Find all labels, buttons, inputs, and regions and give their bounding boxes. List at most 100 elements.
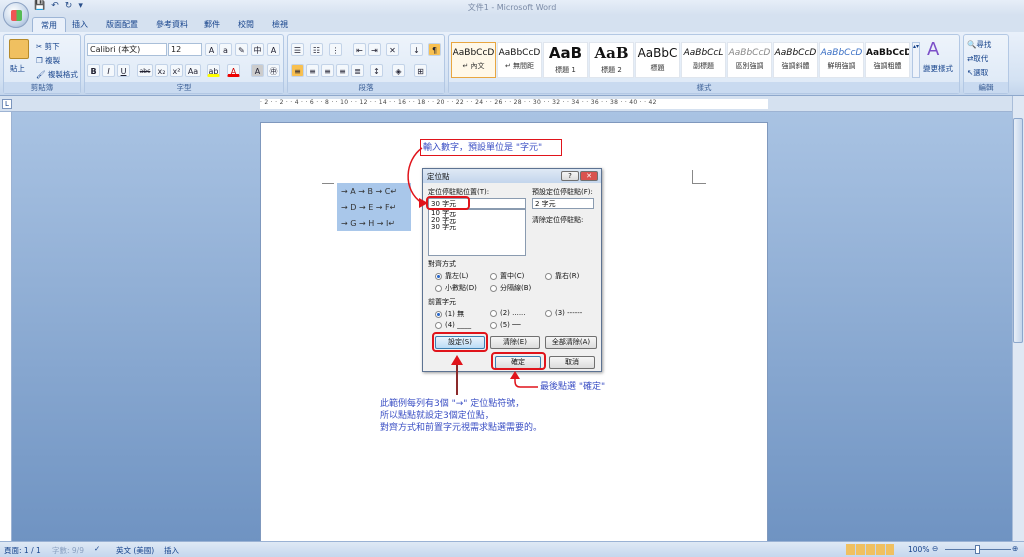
show-marks-icon[interactable]: ¶ — [428, 43, 441, 56]
font-size-combo[interactable]: 12 — [168, 43, 202, 56]
style-title[interactable]: AaBbC 標題 — [635, 42, 680, 78]
bold-button[interactable]: B — [87, 64, 100, 77]
tab-selector[interactable]: L — [2, 99, 12, 109]
decrease-indent-icon[interactable]: ⇤ — [353, 43, 366, 56]
styles-group: AaBbCcD ↵ 內文 AaBbCcD ↵ 無間距 AaB 標題 1 AaB 標題 2… — [448, 34, 960, 94]
sort-icon[interactable]: ↓ — [410, 43, 423, 56]
style-no-spacing[interactable]: AaBbCcD ↵ 無間距 — [497, 42, 542, 78]
zoom-out-icon[interactable]: ⊖ — [932, 544, 938, 553]
text-row: → D → E → F↵ — [341, 203, 397, 212]
bullets-icon[interactable]: ☰ — [291, 43, 304, 56]
clipboard-group: 貼上 ✂ 剪下 ❐ 複製 🖌 複製格式 剪貼簿 — [3, 34, 81, 94]
arrowhead-icon — [451, 355, 463, 365]
paste-button[interactable]: 貼上 — [10, 63, 25, 74]
view-buttons[interactable] — [846, 544, 894, 555]
align-center-icon[interactable]: ≡ — [306, 64, 319, 77]
change-styles-button[interactable]: 變更樣式 — [923, 63, 953, 74]
tab-page-layout[interactable]: 版面配置 — [98, 17, 146, 32]
style-subtitle[interactable]: AaBbCcL 副標題 — [681, 42, 726, 78]
align-right-icon[interactable]: ≡ — [321, 64, 334, 77]
save-icon[interactable]: 💾 — [34, 1, 45, 11]
paste-icon[interactable] — [9, 39, 29, 59]
undo-icon[interactable]: ↶ — [51, 1, 59, 11]
style-normal[interactable]: AaBbCcD ↵ 內文 — [451, 42, 496, 78]
borders-icon[interactable]: ⊞ — [414, 64, 427, 77]
tab-references[interactable]: 參考資料 — [148, 17, 196, 32]
annotation-bottom-3: 對齊方式和前置字元視需求點選需要的。 — [380, 423, 543, 433]
align-left-icon[interactable]: ≡ — [291, 64, 304, 77]
margin-mark — [322, 183, 334, 184]
style-intense-emphasis[interactable]: AaBbCcD 鮮明強調 — [819, 42, 864, 78]
page-count[interactable]: 頁面: 1 / 1 — [4, 545, 41, 556]
phonetic-icon[interactable]: ✎ — [235, 43, 248, 56]
zoom-level[interactable]: 100% — [908, 545, 929, 554]
redo-icon[interactable]: ↻ — [65, 1, 73, 11]
word-count[interactable]: 字數: 9/9 — [52, 545, 84, 556]
styles-group-label: 樣式 — [449, 82, 959, 93]
style-heading-2[interactable]: AaB 標題 2 — [589, 42, 634, 78]
editing-group-label: 編輯 — [964, 82, 1008, 93]
change-case-button[interactable]: Aa — [185, 64, 201, 77]
tab-view[interactable]: 檢視 — [264, 17, 296, 32]
tab-home[interactable]: 常用 — [32, 17, 66, 33]
justify-icon[interactable]: ≡ — [336, 64, 349, 77]
annotation-right: 最後點選 "確定" — [540, 382, 606, 392]
arrow-to-input — [407, 147, 423, 204]
office-button[interactable] — [3, 2, 29, 28]
select-button[interactable]: ↖選取 — [967, 67, 988, 78]
char-shading-icon[interactable]: A — [251, 64, 264, 77]
styles-scroll[interactable]: ▴▾ — [912, 42, 920, 78]
increase-indent-icon[interactable]: ⇥ — [368, 43, 381, 56]
numbering-icon[interactable]: ☷ — [310, 43, 323, 56]
annotation-bottom-1: 此範例每列有3個 "→" 定位點符號， — [380, 399, 525, 409]
copy-button[interactable]: ❐ 複製 — [36, 55, 60, 66]
zoom-in-icon[interactable]: ⊕ — [1012, 544, 1018, 553]
window-title: 文件1 - Microsoft Word — [467, 3, 557, 12]
multilevel-list-icon[interactable]: ⋮ — [329, 43, 342, 56]
distributed-icon[interactable]: ≣ — [351, 64, 364, 77]
grow-font-icon[interactable]: A — [205, 43, 218, 56]
font-name-combo[interactable]: Calibri (本文) — [87, 43, 167, 56]
tab-mailings[interactable]: 郵件 — [196, 17, 228, 32]
cut-button[interactable]: ✂ 剪下 — [36, 41, 60, 52]
arrowhead-icon — [419, 198, 428, 208]
shrink-font-icon[interactable]: a — [219, 43, 232, 56]
italic-button[interactable]: I — [102, 64, 115, 77]
replace-button[interactable]: ⇄取代 — [967, 53, 988, 64]
style-emphasis[interactable]: AaBbCcD 強調斜體 — [773, 42, 818, 78]
text-row: → G → H → I↵ — [341, 219, 396, 228]
format-painter-button[interactable]: 🖌 複製格式 — [36, 69, 78, 80]
char-border-icon[interactable]: 中 — [251, 43, 264, 56]
enclosed-char-icon[interactable]: ㊥ — [267, 64, 280, 77]
highlight-icon[interactable]: ab — [207, 64, 220, 77]
title-bar: 文件1 - Microsoft Word — [0, 0, 1024, 15]
office-logo-icon — [11, 10, 22, 21]
superscript-button[interactable]: x² — [170, 64, 183, 77]
customize-qat-icon[interactable]: ▾ — [78, 1, 83, 11]
shading-icon[interactable]: ◈ — [392, 64, 405, 77]
ruler-scale[interactable]: · 2 · · 2 · · 4 · · 6 · · 8 · · 10 · · 1… — [260, 99, 768, 109]
proofing-icon[interactable]: ✓ — [94, 544, 100, 553]
insert-mode[interactable]: 插入 — [164, 545, 179, 556]
subscript-button[interactable]: x₂ — [155, 64, 168, 77]
text-row: → A → B → C↵ — [341, 187, 398, 196]
underline-button[interactable]: U — [117, 64, 130, 77]
scrollbar-thumb[interactable] — [1013, 118, 1023, 343]
tab-review[interactable]: 校閱 — [230, 17, 262, 32]
enclose-icon[interactable]: A — [267, 43, 280, 56]
line-spacing-icon[interactable]: ↕ — [370, 64, 383, 77]
language[interactable]: 英文 (美國) — [116, 545, 154, 556]
paragraph-group-label: 段落 — [288, 82, 444, 93]
strikethrough-button[interactable]: abc — [137, 64, 153, 77]
style-strong[interactable]: AaBbCcD 強調粗體 — [865, 42, 910, 78]
font-group: Calibri (本文) 12 A a ✎ 中 A B I U abc x₂ x… — [84, 34, 284, 94]
asian-layout-icon[interactable]: ✕ — [386, 43, 399, 56]
style-subtle-emphasis[interactable]: AaBbCcD 區別強調 — [727, 42, 772, 78]
change-styles-icon: A — [927, 39, 940, 60]
find-button[interactable]: 🔍尋找 — [967, 39, 991, 50]
style-heading-1[interactable]: AaB 標題 1 — [543, 42, 588, 78]
ribbon: 貼上 ✂ 剪下 ❐ 複製 🖌 複製格式 剪貼簿 Calibri (本文) 12 … — [0, 32, 1024, 96]
font-color-button[interactable]: A — [227, 64, 240, 77]
zoom-slider-thumb[interactable] — [975, 545, 980, 554]
tab-insert[interactable]: 插入 — [64, 17, 96, 32]
